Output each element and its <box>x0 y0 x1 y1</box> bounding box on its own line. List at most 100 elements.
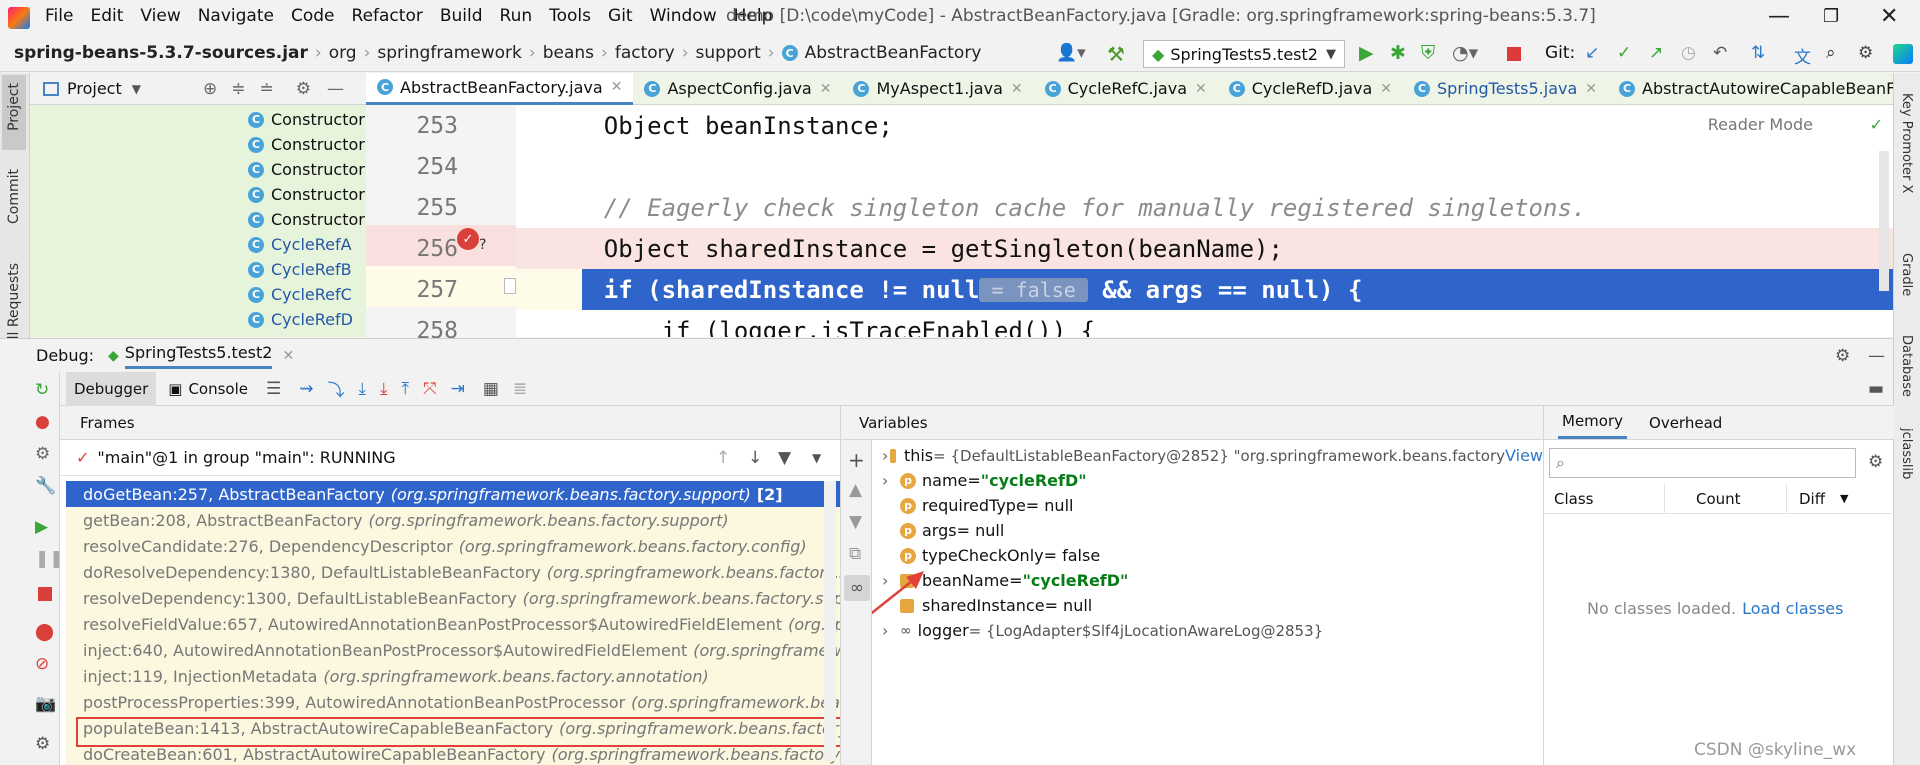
debug-icon[interactable]: ✱ <box>1390 42 1406 64</box>
settings-wrench-icon[interactable]: 🔧 <box>35 476 56 496</box>
glasses-icon[interactable]: ∞ <box>844 575 870 601</box>
tab-memory[interactable]: Memory <box>1558 406 1628 439</box>
git-update-icon[interactable]: ↙ <box>1585 43 1599 63</box>
tab-overhead[interactable]: Overhead <box>1649 414 1722 432</box>
close-tab-icon[interactable]: ✕ <box>282 348 294 364</box>
breadcrumb-factory[interactable]: factory <box>615 43 675 63</box>
gear-icon[interactable]: ⚙ <box>296 79 311 99</box>
view-link[interactable]: View <box>1505 446 1543 465</box>
stack-frame[interactable]: inject:640, AutowiredAnnotationBeanPostP… <box>66 637 840 663</box>
col-count[interactable]: Count <box>1696 490 1741 508</box>
stack-frame[interactable]: doResolveDependency:1380, DefaultListabl… <box>66 559 840 585</box>
stop-icon[interactable] <box>38 587 52 601</box>
copy-icon[interactable]: ⧉ <box>849 544 861 564</box>
variable-row[interactable]: › beanName = "cycleRefD" <box>872 568 1543 593</box>
close-tab-icon[interactable]: ✕ <box>1585 81 1597 97</box>
project-title[interactable]: Project <box>67 79 122 98</box>
stack-frame[interactable]: getBean:208, AbstractBeanFactory (org.spr… <box>66 507 840 533</box>
menu-edit[interactable]: Edit <box>90 6 123 26</box>
thread-selector[interactable]: ✓ "main"@1 in group "main": RUNNING ↑ ↓ … <box>60 440 840 476</box>
project-tool-tab[interactable]: Project <box>6 83 22 131</box>
hide-icon[interactable]: — <box>1868 346 1885 366</box>
gear-icon[interactable]: ⚙ <box>35 734 50 754</box>
translate-icon[interactable]: 文 <box>1794 43 1811 68</box>
menu-window[interactable]: Window <box>650 6 717 26</box>
menu-tools[interactable]: Tools <box>549 6 591 26</box>
modify-config-icon[interactable]: ⚙ <box>35 444 50 464</box>
load-classes-link[interactable]: Load classes <box>1742 599 1843 618</box>
tree-item[interactable]: C CycleRefB <box>248 257 352 282</box>
chevron-down-icon[interactable]: ▼ <box>132 82 141 96</box>
menu-git[interactable]: Git <box>608 6 633 26</box>
arrow-down-icon[interactable]: ▼ <box>849 512 862 532</box>
rerun-failed-icon[interactable]: ● <box>35 412 50 432</box>
code-editor[interactable]: Object beanInstance; // Eagerly check si… <box>516 105 1893 337</box>
view-breakpoints-icon[interactable]: ⬤ <box>35 622 54 642</box>
variable-row[interactable]: › this = {DefaultListableBeanFactory@285… <box>872 443 1543 468</box>
close-tab-icon[interactable]: ✕ <box>1011 81 1023 97</box>
menu-file[interactable]: File <box>45 6 73 26</box>
close-tab-icon[interactable]: ✕ <box>611 79 623 95</box>
restore-layout-icon[interactable]: ▬ <box>1868 379 1884 399</box>
step-into-icon[interactable]: ⤓ <box>358 379 366 399</box>
arrow-up-icon[interactable]: ▲ <box>849 480 862 500</box>
scrollbar[interactable] <box>824 481 836 761</box>
history-icon[interactable]: ◷ <box>1681 43 1696 63</box>
breadcrumb-springframework[interactable]: springframework <box>377 43 521 63</box>
tab-debugger[interactable]: Debugger <box>66 371 157 406</box>
menu-view[interactable]: View <box>140 6 180 26</box>
menu-build[interactable]: Build <box>440 6 483 26</box>
gradle-tool-tab[interactable]: Gradle <box>1899 253 1914 296</box>
close-tab-icon[interactable]: ✕ <box>1195 81 1207 97</box>
tab-cycle-ref-d[interactable]: C CycleRefD.java ✕ <box>1218 73 1403 105</box>
stack-frame[interactable]: postProcessProperties:399, AutowiredAnno… <box>66 689 840 715</box>
breakpoint-icon[interactable]: ✓ <box>457 228 479 250</box>
build-hammer-icon[interactable]: ⚒ <box>1107 42 1125 66</box>
user-icon[interactable]: 👤▾ <box>1056 43 1086 63</box>
tree-item[interactable]: C CycleRefC <box>248 282 352 307</box>
chevron-right-icon[interactable]: › <box>882 471 900 490</box>
tab-aspect-config[interactable]: C AspectConfig.java ✕ <box>633 73 842 105</box>
close-window-button[interactable]: ✕ <box>1880 4 1898 29</box>
menu-run[interactable]: Run <box>500 6 533 26</box>
stack-frame[interactable]: resolveFieldValue:657, AutowiredAnnotati… <box>66 611 840 637</box>
collapse-all-icon[interactable]: ≐ <box>259 79 273 99</box>
variable-row[interactable]: › p name = "cycleRefD" <box>872 468 1543 493</box>
camera-icon[interactable]: 📷 <box>35 694 56 714</box>
col-class[interactable]: Class <box>1554 490 1593 508</box>
tab-spring-tests5[interactable]: C SpringTests5.java ✕ <box>1403 73 1608 105</box>
menu-refactor[interactable]: Refactor <box>352 6 423 26</box>
evaluate-expression-icon[interactable]: ▦ <box>483 379 499 399</box>
resume-icon[interactable]: ▶ <box>35 517 48 537</box>
run-config-select[interactable]: ◆ SpringTests5.test2 ▼ <box>1143 40 1345 68</box>
tree-item[interactable]: C CycleRefA <box>248 232 352 257</box>
mute-breakpoints-icon[interactable]: ⊘ <box>35 654 49 674</box>
add-watch-icon[interactable]: + <box>848 448 865 472</box>
tab-abstract-bean-factory[interactable]: C AbstractBeanFactory.java ✕ <box>366 72 634 105</box>
gear-icon[interactable]: ⚙ <box>1835 346 1850 366</box>
variable-row[interactable]: › ∞ logger = {LogAdapter$Slf4jLocationAw… <box>872 618 1543 643</box>
variable-row[interactable]: sharedInstance = null <box>872 593 1543 618</box>
search-icon[interactable]: ⌕ <box>1826 43 1836 63</box>
close-tab-icon[interactable]: ✕ <box>1380 81 1392 97</box>
variable-row[interactable]: p args = null <box>872 518 1543 543</box>
breadcrumb-beans[interactable]: beans <box>543 43 594 63</box>
close-tab-icon[interactable]: ✕ <box>820 81 832 97</box>
tab-my-aspect1[interactable]: C MyAspect1.java ✕ <box>842 73 1033 105</box>
tab-cycle-ref-c[interactable]: C CycleRefC.java ✕ <box>1034 73 1218 105</box>
rollback-icon[interactable]: ↶ <box>1713 43 1727 63</box>
tab-console[interactable]: ▣ Console <box>168 380 248 398</box>
layout-menu-icon[interactable]: ☰ <box>266 379 281 399</box>
breadcrumb-support[interactable]: support <box>696 43 761 63</box>
locate-icon[interactable]: ⊕ <box>203 79 217 99</box>
stop-icon[interactable] <box>1507 47 1521 61</box>
menu-navigate[interactable]: Navigate <box>198 6 274 26</box>
hide-icon[interactable]: — <box>327 79 344 99</box>
commit-tool-tab[interactable]: Commit <box>6 169 22 224</box>
variable-row[interactable]: p typeCheckOnly = false <box>872 543 1543 568</box>
toolbox-icon[interactable] <box>1893 44 1913 64</box>
settings-gear-icon[interactable]: ⚙ <box>1858 43 1873 63</box>
editor-gutter[interactable]: 253 254 255 256 ✓ ? 257 258 <box>366 105 516 344</box>
git-push-icon[interactable]: ↗ <box>1649 43 1663 63</box>
git-commit-icon[interactable]: ✓ <box>1617 43 1631 63</box>
